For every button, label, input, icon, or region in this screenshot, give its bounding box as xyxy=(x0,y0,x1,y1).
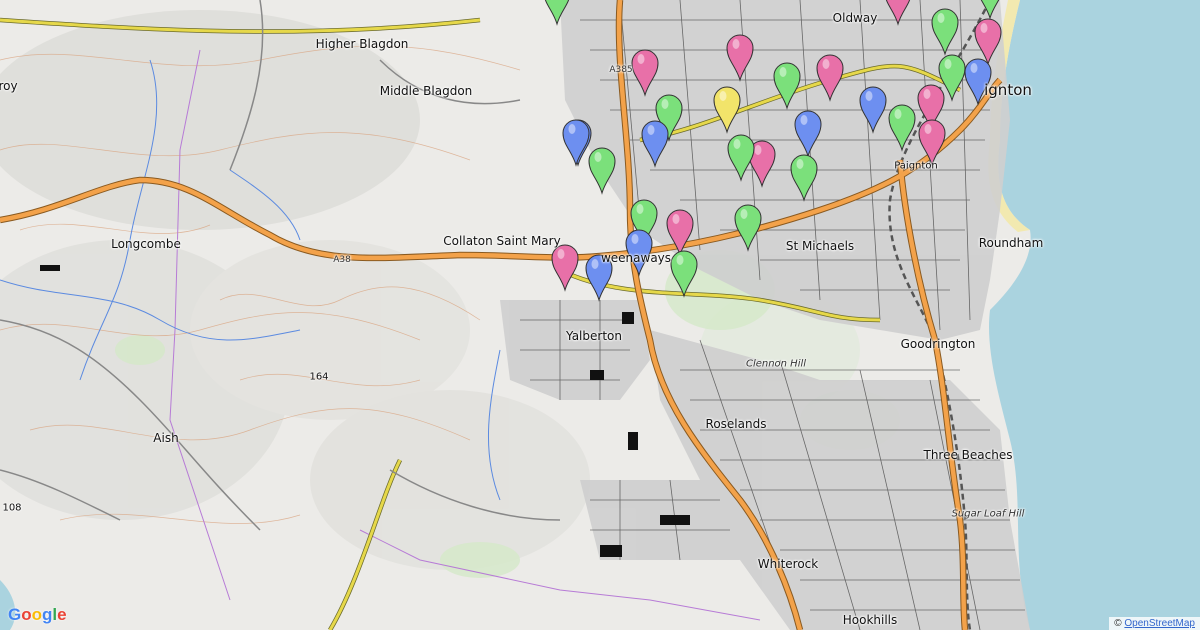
place-label-tweenaways: weenaways xyxy=(600,251,672,265)
marker-highlight xyxy=(661,99,669,109)
place-label-st-michaels: St Michaels xyxy=(785,239,855,253)
marker-highlight xyxy=(719,91,727,101)
place-label-roy: roy xyxy=(0,79,18,93)
map-attribution: © OpenStreetMap xyxy=(1109,617,1200,630)
place-label-road-a38: A38 xyxy=(333,255,351,265)
google-logo-letter: o xyxy=(21,605,32,624)
place-label-longcombe: Longcombe xyxy=(111,237,181,251)
marker-highlight xyxy=(594,152,602,162)
marker-highlight xyxy=(557,249,565,259)
marker-highlight xyxy=(733,139,741,149)
marker-highlight xyxy=(568,124,576,134)
marker-highlight xyxy=(636,204,644,214)
place-label-road-a385: A385 xyxy=(609,65,633,75)
place-label-higher-blagdon: Higher Blagdon xyxy=(315,37,409,51)
place-label-spot-164: 164 xyxy=(309,371,329,383)
place-label-aish: Aish xyxy=(153,431,179,445)
place-label-roundham: Roundham xyxy=(978,236,1044,250)
openstreetmap-link[interactable]: OpenStreetMap xyxy=(1124,618,1195,629)
marker-highlight xyxy=(732,39,740,49)
place-label-middle-blagdon: Middle Blagdon xyxy=(379,84,473,98)
marker-highlight xyxy=(631,234,639,244)
place-label-hookhills: Hookhills xyxy=(842,613,898,627)
place-label-three-beaches: Three Beaches xyxy=(923,448,1013,462)
place-label-goodrington: Goodrington xyxy=(900,337,976,351)
marker-highlight xyxy=(970,63,978,73)
marker-highlight xyxy=(980,23,988,33)
place-label-oldway: Oldway xyxy=(832,11,878,25)
place-label-whiterock: Whiterock xyxy=(757,557,819,571)
marker-highlight xyxy=(637,54,645,64)
marker-highlight xyxy=(865,91,873,101)
place-label-collaton: Collaton Saint Mary xyxy=(443,234,561,248)
marker-highlight xyxy=(591,259,599,269)
place-label-yalberton: Yalberton xyxy=(566,329,622,343)
marker-highlight xyxy=(754,145,762,155)
marker-highlight xyxy=(924,124,932,134)
marker-highlight xyxy=(740,209,748,219)
marker-highlight xyxy=(676,255,684,265)
place-label-paignton-station: Paignton xyxy=(894,160,938,172)
marker-highlight xyxy=(779,67,787,77)
marker-highlight xyxy=(822,59,830,69)
marker-highlight xyxy=(647,125,655,135)
marker-highlight xyxy=(800,115,808,125)
attribution-prefix: © xyxy=(1114,618,1125,629)
marker-highlight xyxy=(923,89,931,99)
google-logo: Google xyxy=(8,605,67,625)
place-label-paignton: ignton xyxy=(984,81,1032,99)
google-logo-letter: G xyxy=(8,605,22,624)
marker-highlight xyxy=(672,214,680,224)
marker-highlight xyxy=(796,159,804,169)
place-label-sugar-loaf-hill: Sugar Loaf Hill xyxy=(951,508,1025,520)
place-label-clennon-hill: Clennon Hill xyxy=(745,358,807,370)
marker-highlight xyxy=(894,109,902,119)
place-label-roselands: Roselands xyxy=(705,417,767,431)
google-logo-letter: g xyxy=(42,605,53,624)
map-view[interactable]: Oldway ignton Higher Blagdon Middle Blagdon… xyxy=(0,0,1200,630)
google-logo-letter: e xyxy=(57,605,67,624)
marker-highlight xyxy=(937,13,945,23)
place-label-spot-108: 108 xyxy=(2,502,22,514)
google-logo-letter: o xyxy=(31,605,43,624)
marker-highlight xyxy=(944,59,952,69)
